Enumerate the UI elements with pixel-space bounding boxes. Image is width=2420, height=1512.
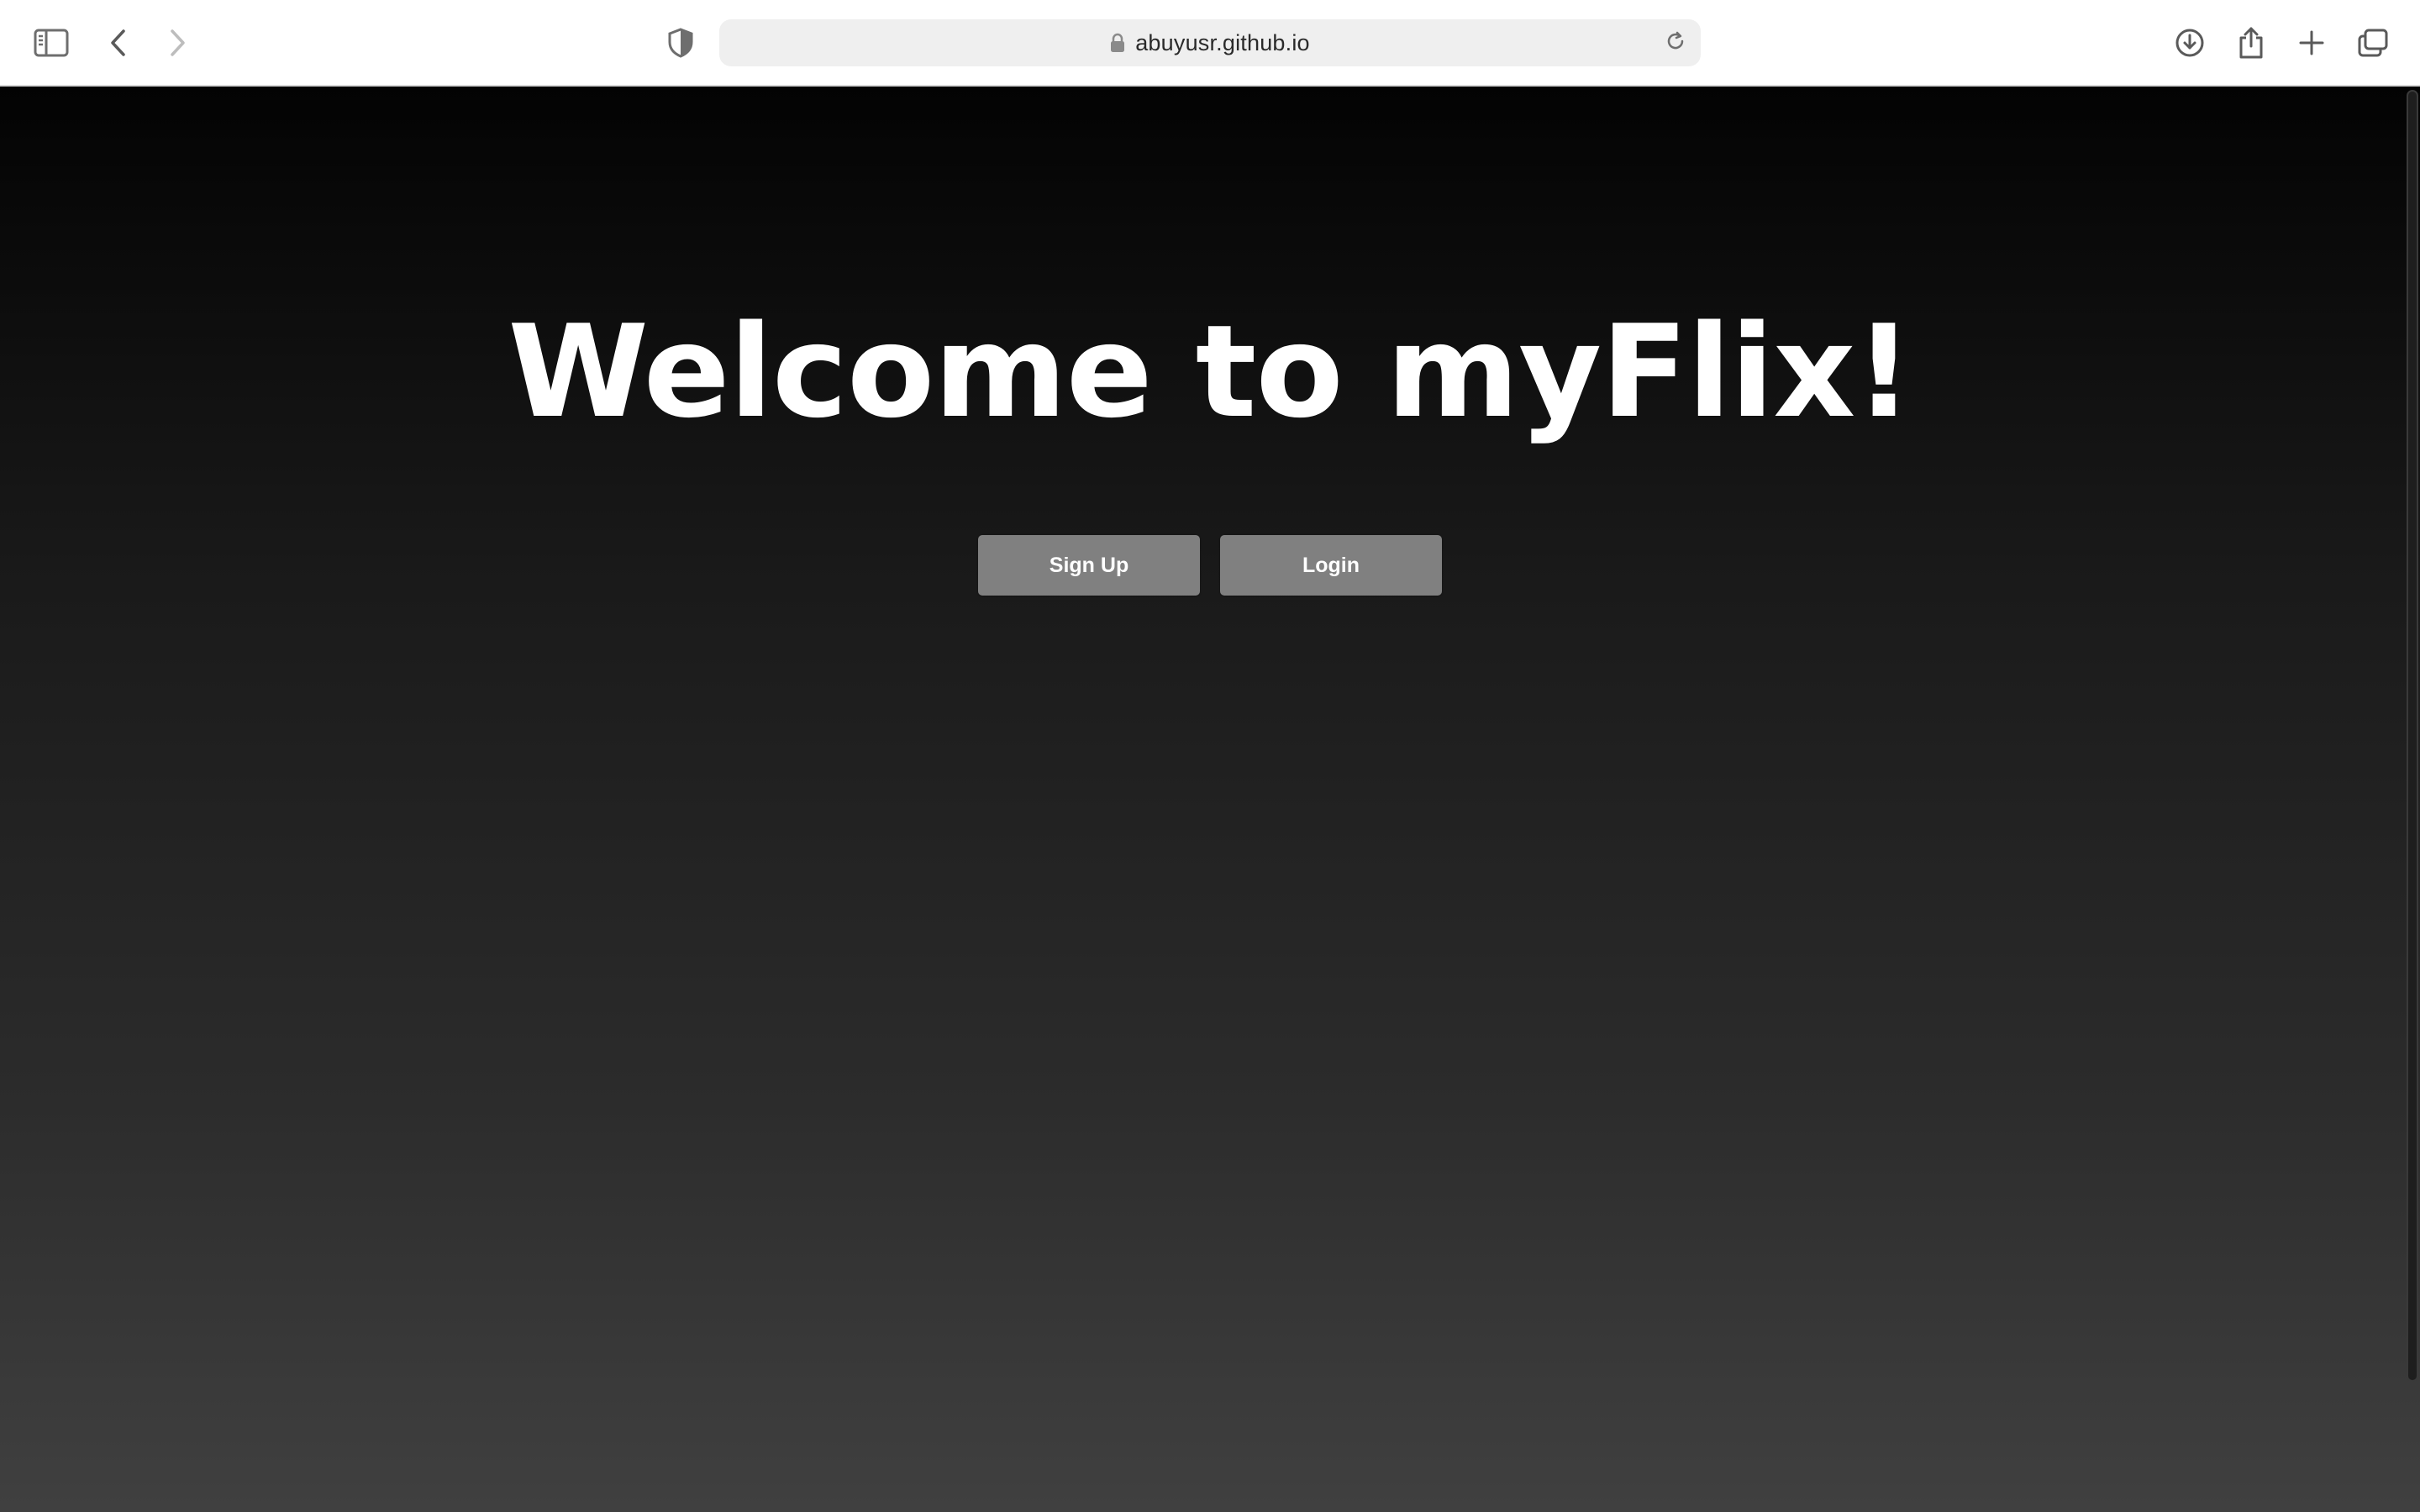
sidebar-icon	[34, 29, 69, 57]
url-text: abuyusr.github.io	[1135, 29, 1310, 55]
page-content: Welcome to myFlix! Sign Up Login	[0, 87, 2420, 1512]
reload-button[interactable]	[1659, 26, 1692, 60]
browser-toolbar: abuyusr.github.io	[0, 0, 2420, 87]
privacy-report-button[interactable]	[657, 19, 704, 66]
browser-window: abuyusr.github.io Welcome to myFlix! Sig…	[0, 0, 2420, 1512]
download-icon	[2175, 28, 2205, 58]
address-content: abuyusr.github.io	[719, 19, 1701, 66]
chevron-right-icon	[167, 29, 187, 57]
vertical-scrollbar[interactable]	[2407, 90, 2418, 1382]
forward-button[interactable]	[154, 19, 201, 66]
downloads-button[interactable]	[2166, 19, 2213, 66]
share-icon	[2238, 26, 2265, 60]
reload-icon	[1665, 30, 1686, 56]
sidebar-toggle-button[interactable]	[28, 19, 75, 66]
tab-overview-button[interactable]	[2349, 19, 2396, 66]
back-button[interactable]	[95, 19, 142, 66]
shield-icon	[667, 28, 694, 58]
new-tab-button[interactable]	[2288, 19, 2335, 66]
chevron-left-icon	[108, 29, 129, 57]
auth-button-group: Sign Up Login	[0, 535, 2420, 596]
welcome-heading: Welcome to myFlix!	[508, 297, 1912, 446]
lock-icon	[1110, 33, 1125, 53]
tab-overview-icon	[2357, 28, 2389, 58]
login-button[interactable]: Login	[1220, 535, 1442, 596]
share-button[interactable]	[2228, 19, 2275, 66]
address-bar[interactable]: abuyusr.github.io	[719, 19, 1701, 66]
plus-icon	[2298, 29, 2325, 56]
signup-button[interactable]: Sign Up	[978, 535, 1200, 596]
